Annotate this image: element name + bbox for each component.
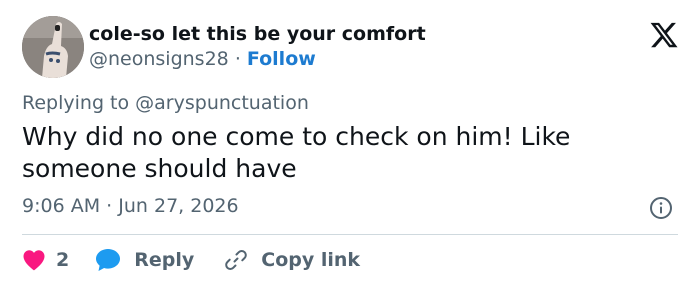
tweet-header: cole-so let this be your comfort @neonsi… bbox=[22, 16, 682, 78]
copy-link-button[interactable]: Copy link bbox=[224, 248, 360, 272]
action-bar: 2 Reply Copy link bbox=[22, 244, 360, 276]
divider bbox=[22, 234, 678, 235]
heart-icon bbox=[22, 249, 46, 271]
copy-link-label: Copy link bbox=[261, 249, 361, 271]
like-button[interactable]: 2 bbox=[22, 249, 69, 271]
info-icon[interactable] bbox=[649, 196, 673, 220]
handle-separator: · bbox=[234, 48, 241, 70]
tweet-text: Why did no one come to check on him! Lik… bbox=[22, 122, 571, 183]
replying-to: Replying to @aryspunctuation bbox=[22, 92, 309, 114]
avatar[interactable] bbox=[22, 16, 84, 78]
reply-label: Reply bbox=[134, 249, 195, 271]
author-handle-row: @neonsigns28 · Follow bbox=[89, 46, 426, 72]
tweet-date: Jun 27, 2026 bbox=[118, 195, 239, 217]
x-logo-icon[interactable] bbox=[649, 20, 679, 50]
follow-button[interactable]: Follow bbox=[247, 48, 316, 70]
author-info: cole-so let this be your comfort @neonsi… bbox=[89, 22, 426, 72]
like-count: 2 bbox=[56, 249, 70, 271]
speech-bubble-icon bbox=[95, 248, 121, 272]
timestamp[interactable]: 9:06 AM · Jun 27, 2026 bbox=[22, 195, 239, 217]
author-handle[interactable]: @neonsigns28 bbox=[89, 48, 229, 70]
author-display-name[interactable]: cole-so let this be your comfort bbox=[89, 22, 426, 46]
reply-button[interactable]: Reply bbox=[95, 248, 194, 272]
date-separator: · bbox=[106, 195, 113, 217]
tweet-time: 9:06 AM bbox=[22, 195, 101, 217]
link-icon bbox=[224, 248, 248, 272]
